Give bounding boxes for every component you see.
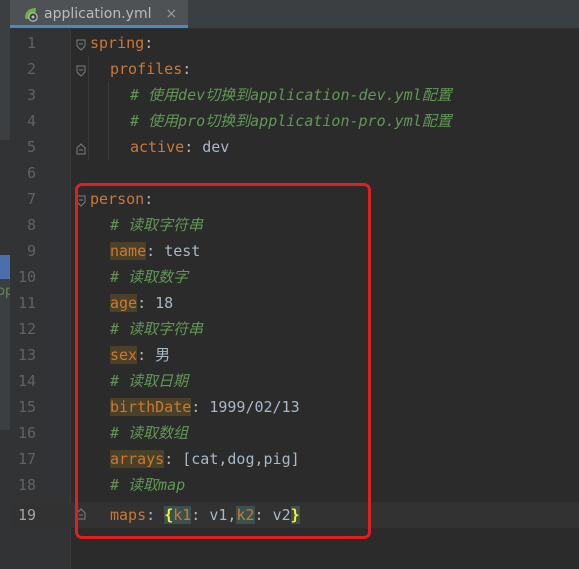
line-number[interactable]: 19 [10, 502, 36, 528]
code-line-13[interactable]: sex: 男 [110, 342, 170, 368]
code-line-17[interactable]: arrays: [cat,dog,pig] [110, 446, 300, 472]
line-number[interactable]: 10 [10, 264, 36, 290]
project-panel-edge: op [0, 0, 13, 569]
yaml-value: dev [202, 138, 230, 156]
gutter-divider [70, 29, 71, 569]
code-line-2[interactable]: profiles: [110, 56, 191, 82]
line-number[interactable]: 6 [10, 160, 36, 186]
yaml-colon: : [146, 242, 165, 260]
line-number[interactable]: 16 [10, 420, 36, 446]
yaml-key: name [110, 242, 147, 260]
map-key: k1 [173, 506, 192, 524]
line-number[interactable]: 18 [10, 472, 36, 498]
selected-tree-item[interactable] [0, 255, 10, 279]
code-line-14[interactable]: # 读取日期 [110, 368, 188, 394]
code-line-8[interactable]: # 读取字符串 [110, 212, 203, 238]
yaml-comment: # 读取字符串 [110, 216, 204, 234]
yaml-colon: : [146, 506, 165, 524]
code-line-3[interactable]: # 使用dev切换到application-dev.yml配置 [130, 82, 452, 108]
yaml-comment: # 读取数字 [110, 268, 189, 286]
fold-end-icon[interactable] [76, 508, 86, 520]
yaml-colon: : [191, 506, 210, 524]
yaml-comment: # 读取数组 [110, 424, 189, 442]
yaml-colon: : [191, 398, 210, 416]
indent-guide [108, 82, 109, 160]
tab-label: application.yml [44, 6, 152, 22]
yaml-colon: : [144, 34, 154, 52]
editor-tab-bar: application.yml × [10, 0, 579, 29]
line-number[interactable]: 17 [10, 446, 36, 472]
line-number[interactable]: 11 [10, 290, 36, 316]
yaml-colon: : [254, 506, 273, 524]
yaml-colon: : [184, 138, 203, 156]
line-number[interactable]: 15 [10, 394, 36, 420]
code-line-4[interactable]: # 使用pro切换到application-pro.yml配置 [130, 108, 452, 134]
close-icon[interactable]: × [166, 6, 178, 22]
tab-application-yml[interactable]: application.yml × [10, 0, 188, 28]
line-number[interactable]: 5 [10, 134, 36, 160]
code-line-18[interactable]: # 读取map [110, 472, 185, 498]
open-brace: { [164, 506, 174, 524]
code-line-19[interactable]: maps: {k1: v1,k2: v2} [110, 502, 300, 528]
yaml-comment: # 读取日期 [110, 372, 189, 390]
line-number[interactable]: 7 [10, 186, 36, 212]
map-value: v2 [272, 506, 291, 524]
panel-band [0, 140, 10, 255]
line-number[interactable]: 2 [10, 56, 36, 82]
yaml-key: birthDate [110, 398, 192, 416]
line-number[interactable]: 12 [10, 316, 36, 342]
yaml-value: 男 [155, 346, 171, 364]
yaml-key: person [90, 190, 145, 208]
map-value: v1 [209, 506, 228, 524]
yaml-value: test [164, 242, 201, 260]
indent-guide [88, 56, 89, 160]
code-line-11[interactable]: age: 18 [110, 290, 173, 316]
yaml-value: [cat,dog,pig] [182, 450, 300, 468]
fold-open-icon[interactable] [76, 39, 86, 51]
yaml-key: active [130, 138, 185, 156]
code-line-5[interactable]: active: dev [130, 134, 229, 160]
code-line-12[interactable]: # 读取字符串 [110, 316, 203, 342]
yaml-key: age [110, 294, 138, 312]
map-key: k2 [236, 506, 255, 524]
code-line-7[interactable]: person: [90, 186, 153, 212]
panel-band [0, 430, 10, 569]
yaml-key: arrays [110, 450, 165, 468]
yaml-key: maps [110, 506, 147, 524]
yaml-colon: : [164, 450, 183, 468]
yaml-comment: # 使用pro切换到application-pro.yml配置 [130, 112, 452, 130]
code-line-15[interactable]: birthDate: 1999/02/13 [110, 394, 300, 420]
yaml-value: 18 [155, 294, 174, 312]
code-line-9[interactable]: name: test [110, 238, 200, 264]
yaml-colon: : [144, 190, 154, 208]
line-number[interactable]: 1 [10, 30, 36, 56]
code-line-1[interactable]: spring: [90, 30, 153, 56]
yaml-key: sex [110, 346, 138, 364]
yaml-key: profiles [110, 60, 183, 78]
fold-end-icon[interactable] [76, 143, 86, 155]
yaml-comment: # 读取字符串 [110, 320, 204, 338]
fold-open-icon[interactable] [76, 195, 86, 207]
line-number[interactable]: 3 [10, 82, 36, 108]
line-number[interactable]: 13 [10, 342, 36, 368]
line-number[interactable]: 14 [10, 368, 36, 394]
yaml-comment: # 使用dev切换到application-dev.yml配置 [130, 86, 452, 104]
yaml-colon: : [182, 60, 192, 78]
yaml-key: spring [90, 34, 145, 52]
fold-open-icon[interactable] [76, 65, 86, 77]
line-number[interactable]: 8 [10, 212, 36, 238]
yaml-comment: # 读取map [110, 476, 186, 494]
yaml-colon: : [137, 294, 156, 312]
line-number[interactable]: 4 [10, 108, 36, 134]
code-line-16[interactable]: # 读取数组 [110, 420, 188, 446]
close-brace: } [290, 506, 300, 524]
yaml-spring-icon [25, 8, 38, 22]
line-number[interactable]: 9 [10, 238, 36, 264]
yaml-value: 1999/02/13 [209, 398, 300, 416]
yaml-colon: : [137, 346, 156, 364]
code-line-10[interactable]: # 读取数字 [110, 264, 188, 290]
